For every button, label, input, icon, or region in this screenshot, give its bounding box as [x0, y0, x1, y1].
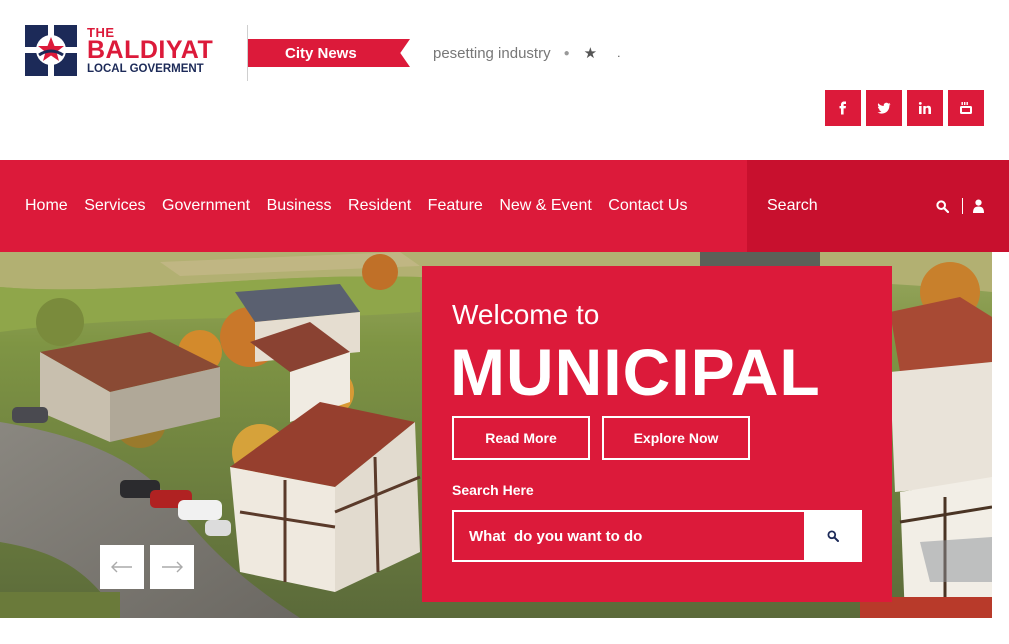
nav-item-government[interactable]: Government — [162, 197, 250, 215]
logo-star-icon — [25, 25, 77, 76]
nav-item-contact[interactable]: Contact Us — [608, 197, 687, 215]
nav-search-divider — [962, 198, 963, 214]
header-divider — [247, 25, 248, 81]
main-navbar: Home Services Government Business Reside… — [0, 160, 1009, 252]
linkedin-icon[interactable] — [907, 90, 943, 126]
user-icon[interactable] — [972, 199, 985, 213]
nav-search-box — [747, 160, 1009, 252]
star-icon: ★ — [583, 45, 598, 62]
page: THE BALDIYAT LOCAL GOVERMENT City News p… — [0, 0, 1009, 644]
twitter-icon[interactable] — [866, 90, 902, 126]
youtube-icon[interactable] — [948, 90, 984, 126]
facebook-icon[interactable] — [825, 90, 861, 126]
nav-menu: Home Services Government Business Reside… — [25, 160, 704, 252]
nav-search-input[interactable] — [767, 197, 917, 215]
logo-tagline: LOCAL GOVERMENT — [87, 62, 204, 75]
ticker-text[interactable]: pesetting industry — [433, 45, 551, 62]
ticker-separator: . — [617, 46, 621, 60]
nav-item-business[interactable]: Business — [267, 197, 332, 215]
nav-item-home[interactable]: Home — [25, 197, 68, 215]
slider-next-button[interactable] — [150, 545, 194, 589]
arrow-right-icon — [162, 561, 183, 573]
search-icon — [827, 530, 839, 542]
hero-search-box — [452, 510, 862, 562]
logo[interactable]: THE BALDIYAT LOCAL GOVERMENT — [25, 25, 213, 76]
search-icon[interactable] — [936, 200, 949, 213]
hero-welcome-box: Welcome to MUNICIPAL Read More Explore N… — [422, 266, 892, 602]
ticker-separator: ● — [563, 47, 570, 59]
hero-subtitle: Welcome to — [452, 299, 600, 330]
hero-title: MUNICIPAL — [450, 335, 821, 409]
slider-prev-button[interactable] — [100, 545, 144, 589]
hero-search-button[interactable] — [804, 512, 862, 560]
social-links — [825, 90, 984, 126]
arrow-left-icon — [111, 561, 132, 573]
hero-search-label: Search Here — [452, 482, 534, 498]
explore-now-button[interactable]: Explore Now — [602, 416, 750, 460]
logo-name: BALDIYAT — [87, 35, 214, 64]
nav-item-feature[interactable]: Feature — [428, 197, 483, 215]
hero-search-input[interactable] — [454, 512, 804, 560]
news-ticker[interactable]: pesetting industry ● ★ . — [433, 44, 621, 63]
nav-item-services[interactable]: Services — [84, 197, 145, 215]
read-more-button[interactable]: Read More — [452, 416, 590, 460]
nav-item-news-events[interactable]: New & Event — [499, 197, 591, 215]
nav-item-resident[interactable]: Resident — [348, 197, 411, 215]
city-news-label: City News — [248, 39, 410, 67]
